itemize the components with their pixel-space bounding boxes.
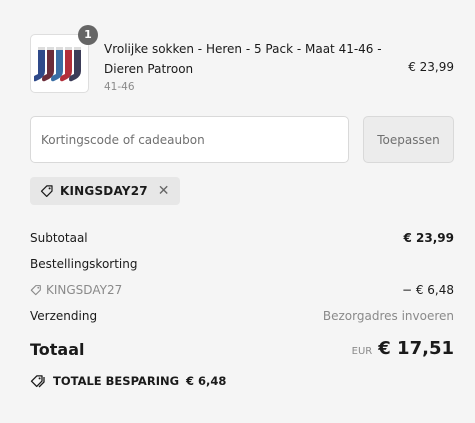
- discount-code-name: KINGSDAY27: [46, 283, 123, 297]
- savings-label: TOTALE BESPARING: [53, 374, 180, 388]
- product-thumbnail: 1: [30, 25, 98, 93]
- order-discount-row: Bestellingskorting: [30, 254, 454, 274]
- product-price: € 23,99: [408, 60, 454, 74]
- total-amount: € 17,51: [378, 338, 454, 359]
- shipping-label: Verzending: [30, 309, 98, 323]
- tag-icon: [40, 185, 53, 197]
- order-discount-label: Bestellingskorting: [30, 257, 138, 271]
- applied-discount-code: KINGSDAY27: [60, 184, 148, 198]
- cart-line-item: 1 Vrolijke sokken - Heren - 5 Pack - Maa…: [30, 25, 454, 94]
- discount-code-row: KINGSDAY27 − € 6,48: [30, 280, 454, 300]
- subtotal-value: € 23,99: [403, 231, 454, 245]
- subtotal-label: Subtotaal: [30, 231, 88, 245]
- discount-code-form: Toepassen: [30, 116, 454, 163]
- discount-amount: − € 6,48: [401, 283, 454, 297]
- shipping-row: Verzending Bezorgadres invoeren: [30, 306, 454, 326]
- savings-amount: € 6,48: [186, 374, 227, 388]
- total-label: Totaal: [30, 340, 85, 359]
- total-row: Totaal EUR € 17,51: [30, 338, 454, 364]
- total-savings: TOTALE BESPARING € 6,48: [30, 374, 226, 388]
- close-icon[interactable]: ✕: [158, 184, 170, 198]
- apply-discount-button[interactable]: Toepassen: [363, 116, 454, 163]
- shipping-value: Bezorgadres invoeren: [322, 309, 454, 323]
- applied-discount-chip: KINGSDAY27 ✕: [30, 177, 180, 205]
- total-currency: EUR: [351, 346, 373, 357]
- product-variant: 41-46: [104, 81, 135, 93]
- tags-icon: [30, 375, 45, 388]
- socks-product-image: [34, 47, 81, 82]
- tag-icon: [30, 285, 41, 296]
- quantity-badge: 1: [78, 25, 98, 45]
- discount-code-input[interactable]: [30, 116, 349, 163]
- product-title: Vrolijke sokken - Heren - 5 Pack - Maat …: [104, 42, 382, 76]
- subtotal-row: Subtotaal € 23,99: [30, 228, 454, 248]
